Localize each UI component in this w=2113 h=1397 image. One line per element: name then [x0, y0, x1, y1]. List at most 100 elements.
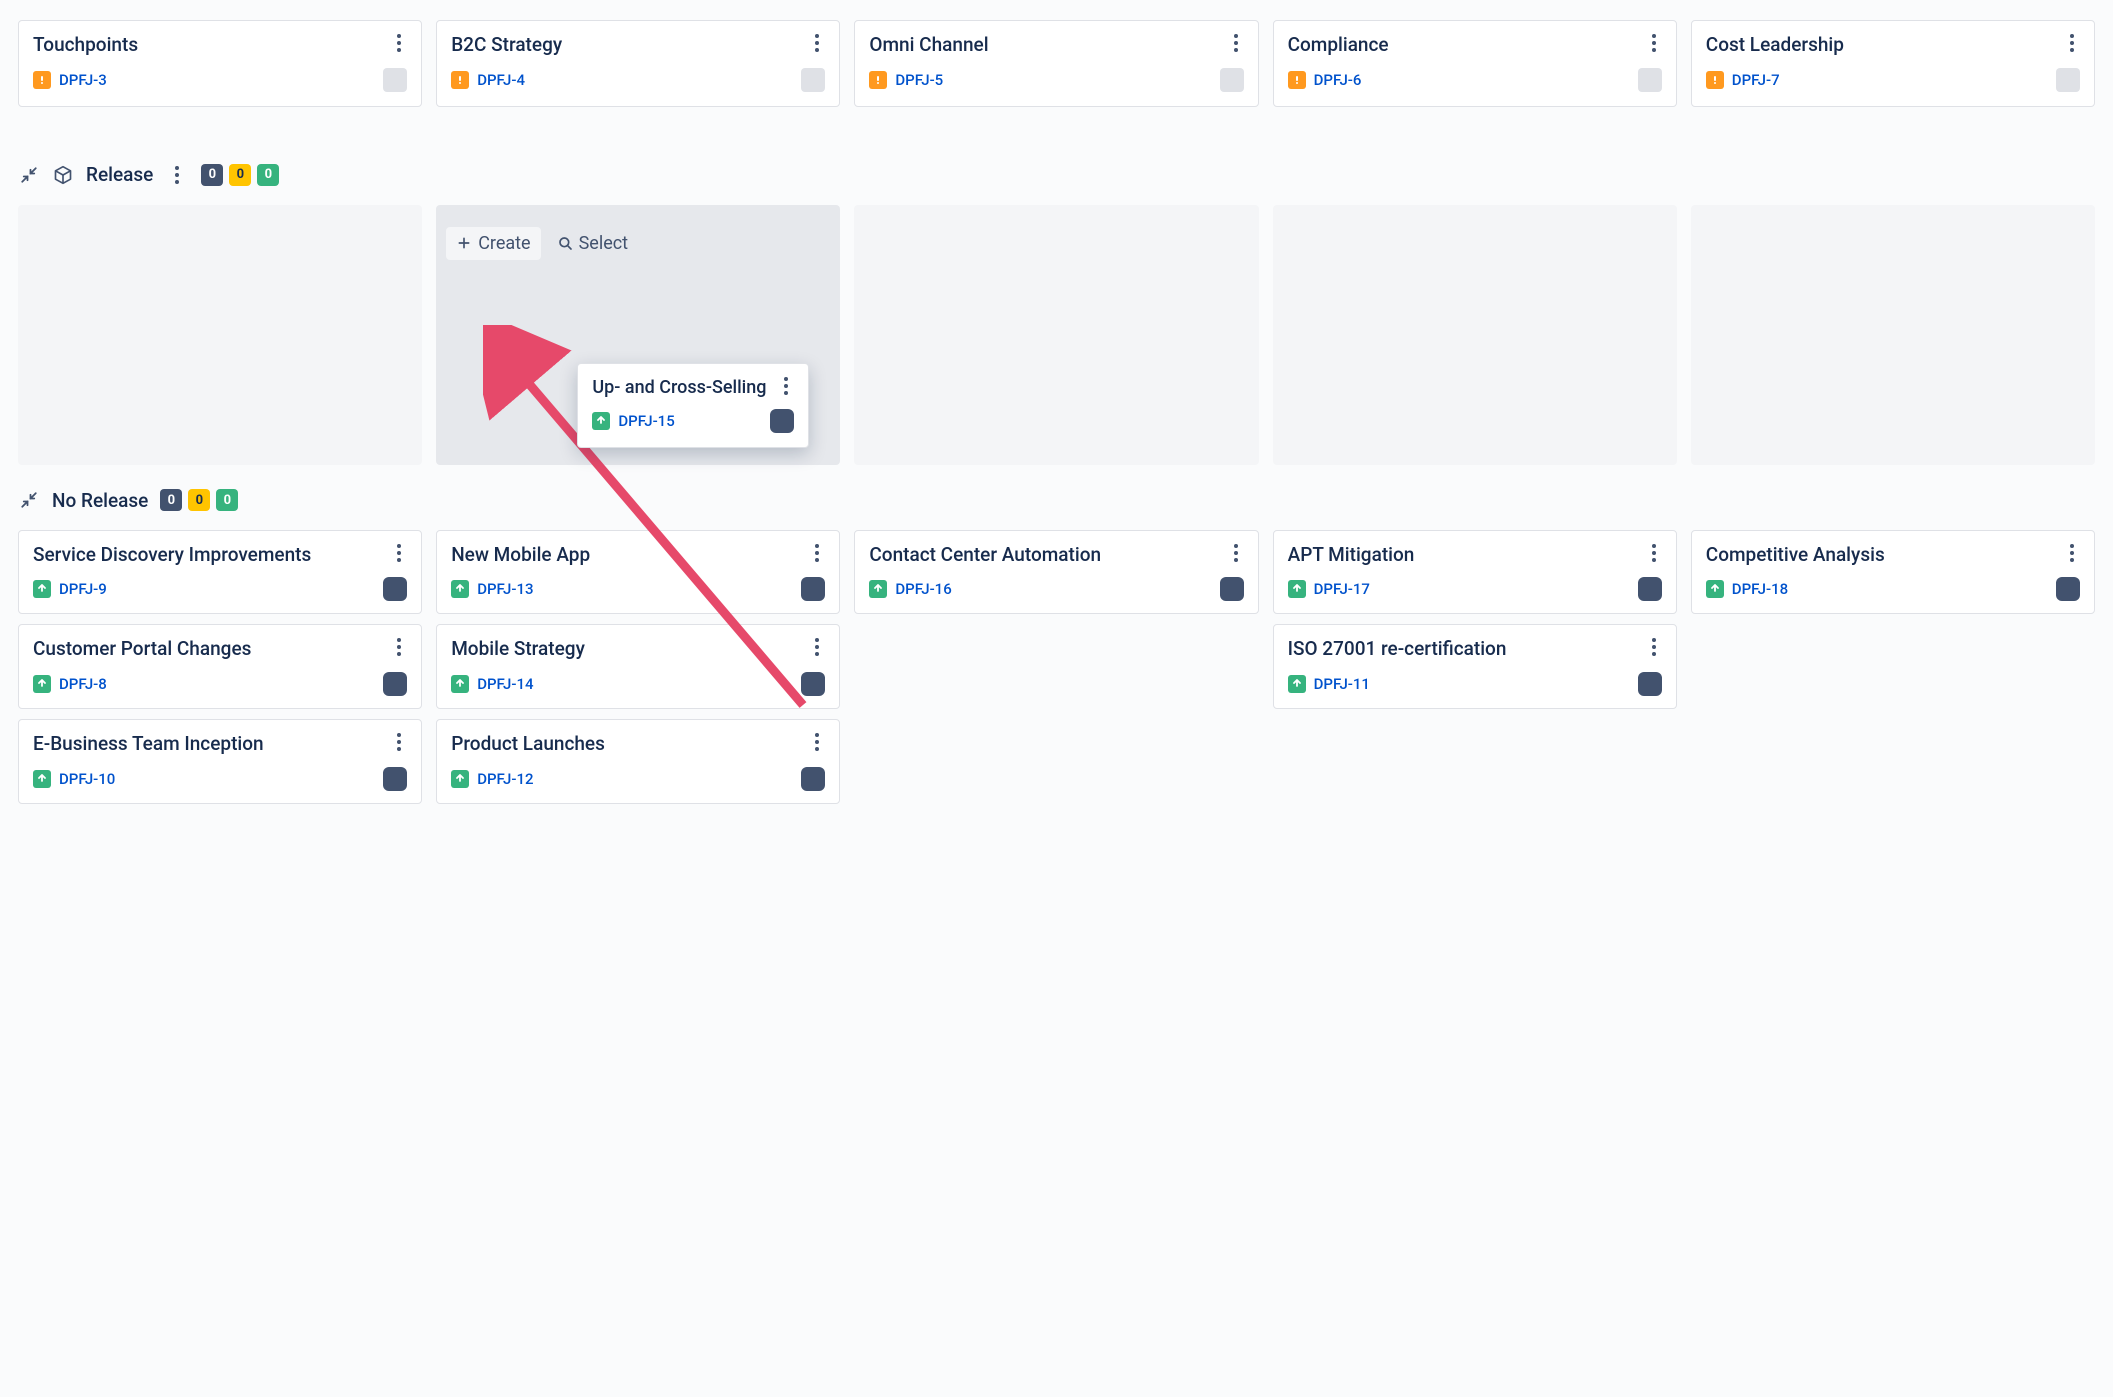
card-menu-button[interactable]	[387, 730, 411, 754]
norelease-column[interactable]: Service Discovery Improvements DPFJ-9 Cu…	[18, 530, 422, 804]
assignee-avatar[interactable]	[383, 672, 407, 696]
issue-key-link[interactable]: DPFJ-17	[1314, 580, 1370, 598]
card-title: Competitive Analysis	[1706, 543, 2080, 568]
card-menu-button[interactable]	[2060, 541, 2084, 565]
assignee-avatar[interactable]	[770, 409, 794, 433]
card-title: APT Mitigation	[1288, 543, 1662, 568]
assignee-avatar[interactable]	[801, 68, 825, 92]
story-card[interactable]: Contact Center Automation DPFJ-16	[854, 530, 1258, 615]
norelease-column[interactable]: Competitive Analysis DPFJ-18	[1691, 530, 2095, 804]
card-menu-button[interactable]	[805, 31, 829, 55]
collapse-icon[interactable]	[18, 164, 40, 186]
assignee-avatar[interactable]	[1638, 68, 1662, 92]
card-title: New Mobile App	[451, 543, 825, 568]
issue-key-link[interactable]: DPFJ-6	[1314, 71, 1362, 89]
card-title: Service Discovery Improvements	[33, 543, 407, 568]
issue-key-link[interactable]: DPFJ-12	[477, 770, 533, 788]
create-label: Create	[478, 233, 530, 254]
epic-card[interactable]: Compliance DPFJ-6	[1273, 20, 1677, 107]
issue-key-link[interactable]: DPFJ-7	[1732, 71, 1780, 89]
assignee-avatar[interactable]	[2056, 577, 2080, 601]
section-title: Release	[86, 163, 153, 186]
assignee-avatar[interactable]	[383, 577, 407, 601]
story-icon	[1288, 675, 1306, 693]
epic-card[interactable]: Omni Channel DPFJ-5	[854, 20, 1258, 107]
card-menu-button[interactable]	[387, 541, 411, 565]
assignee-avatar[interactable]	[801, 767, 825, 791]
assignee-avatar[interactable]	[801, 672, 825, 696]
card-menu-button[interactable]	[1224, 541, 1248, 565]
card-title: E-Business Team Inception	[33, 732, 407, 757]
story-card[interactable]: APT Mitigation DPFJ-17	[1273, 530, 1677, 615]
card-title: Up- and Cross-Selling	[592, 376, 794, 399]
story-card[interactable]: Customer Portal Changes DPFJ-8	[18, 624, 422, 709]
norelease-section-header: No Release 0 0 0	[18, 489, 2095, 512]
epic-row: Touchpoints DPFJ-3 B2C Strategy DPFJ-4	[18, 20, 2095, 107]
release-cube-icon	[52, 164, 74, 186]
issue-key-link[interactable]: DPFJ-10	[59, 770, 115, 788]
norelease-column[interactable]: Contact Center Automation DPFJ-16	[854, 530, 1258, 804]
issue-key-link[interactable]: DPFJ-8	[59, 675, 107, 693]
select-label: Select	[579, 233, 628, 254]
story-card[interactable]: ISO 27001 re-certification DPFJ-11	[1273, 624, 1677, 709]
card-menu-button[interactable]	[387, 635, 411, 659]
card-menu-button[interactable]	[805, 730, 829, 754]
epic-card[interactable]: B2C Strategy DPFJ-4	[436, 20, 840, 107]
status-counts: 0 0 0	[201, 164, 279, 186]
story-card[interactable]: Product Launches DPFJ-12	[436, 719, 840, 804]
story-card[interactable]: E-Business Team Inception DPFJ-10	[18, 719, 422, 804]
assignee-avatar[interactable]	[2056, 68, 2080, 92]
card-menu-button[interactable]	[1642, 635, 1666, 659]
issue-key-link[interactable]: DPFJ-4	[477, 71, 525, 89]
card-menu-button[interactable]	[1642, 541, 1666, 565]
issue-key-link[interactable]: DPFJ-9	[59, 580, 107, 598]
issue-key-link[interactable]: DPFJ-11	[1314, 675, 1370, 693]
release-lane[interactable]	[18, 205, 422, 465]
issue-key-link[interactable]: DPFJ-15	[618, 412, 674, 430]
release-lane[interactable]	[1273, 205, 1677, 465]
epic-icon	[869, 71, 887, 89]
assignee-avatar[interactable]	[801, 577, 825, 601]
status-counts: 0 0 0	[160, 489, 238, 511]
dragging-card[interactable]: Up- and Cross-Selling DPFJ-15	[577, 363, 809, 448]
select-button[interactable]: Select	[547, 227, 638, 260]
assignee-avatar[interactable]	[1220, 577, 1244, 601]
issue-key-link[interactable]: DPFJ-18	[1732, 580, 1788, 598]
issue-key-link[interactable]: DPFJ-14	[477, 675, 533, 693]
card-title: Cost Leadership	[1706, 33, 2080, 58]
release-lane[interactable]	[854, 205, 1258, 465]
story-card[interactable]: New Mobile App DPFJ-13	[436, 530, 840, 615]
card-menu-button[interactable]	[805, 541, 829, 565]
card-menu-button[interactable]	[2060, 31, 2084, 55]
assignee-avatar[interactable]	[1638, 577, 1662, 601]
assignee-avatar[interactable]	[383, 767, 407, 791]
issue-key-link[interactable]: DPFJ-13	[477, 580, 533, 598]
section-menu-button[interactable]	[165, 163, 189, 187]
story-icon	[1706, 580, 1724, 598]
card-menu-button[interactable]	[774, 374, 798, 398]
assignee-avatar[interactable]	[1638, 672, 1662, 696]
issue-key-link[interactable]: DPFJ-3	[59, 71, 107, 89]
issue-key-link[interactable]: DPFJ-5	[895, 71, 943, 89]
assignee-avatar[interactable]	[1220, 68, 1244, 92]
issue-key-link[interactable]: DPFJ-16	[895, 580, 951, 598]
story-icon	[1288, 580, 1306, 598]
collapse-icon[interactable]	[18, 489, 40, 511]
create-button[interactable]: Create	[446, 227, 540, 260]
epic-icon	[451, 71, 469, 89]
story-card[interactable]: Service Discovery Improvements DPFJ-9	[18, 530, 422, 615]
story-icon	[33, 770, 51, 788]
card-menu-button[interactable]	[1224, 31, 1248, 55]
story-card[interactable]: Mobile Strategy DPFJ-14	[436, 624, 840, 709]
norelease-column[interactable]: New Mobile App DPFJ-13 Mobile Strategy D…	[436, 530, 840, 804]
epic-card[interactable]: Cost Leadership DPFJ-7	[1691, 20, 2095, 107]
story-card[interactable]: Competitive Analysis DPFJ-18	[1691, 530, 2095, 615]
card-menu-button[interactable]	[805, 635, 829, 659]
release-lane[interactable]	[1691, 205, 2095, 465]
card-menu-button[interactable]	[387, 31, 411, 55]
assignee-avatar[interactable]	[383, 68, 407, 92]
story-icon	[451, 675, 469, 693]
epic-card[interactable]: Touchpoints DPFJ-3	[18, 20, 422, 107]
card-menu-button[interactable]	[1642, 31, 1666, 55]
norelease-column[interactable]: APT Mitigation DPFJ-17 ISO 27001 re-cert…	[1273, 530, 1677, 804]
